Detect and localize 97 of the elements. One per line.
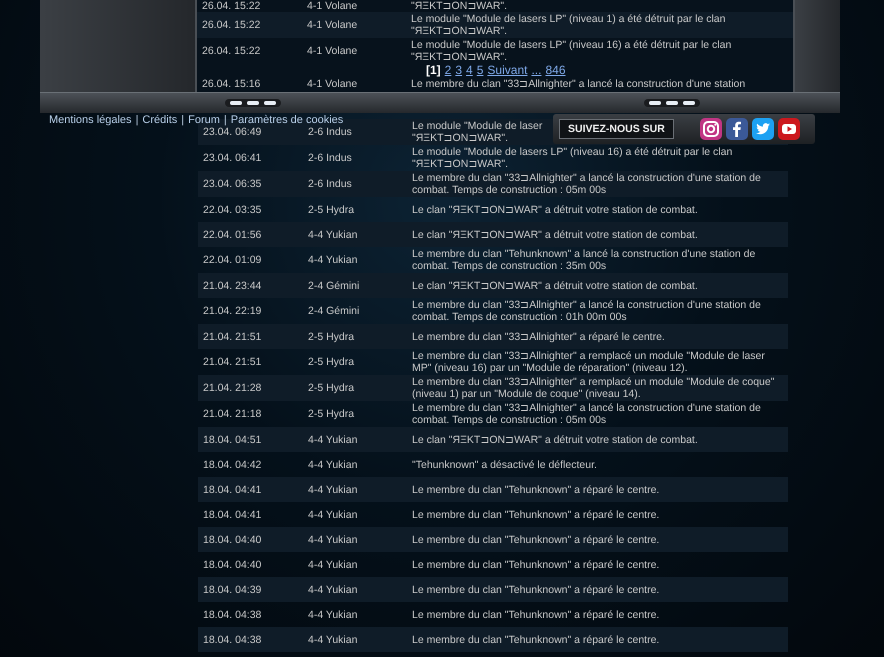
date-text: 22.04. 01:09 (202, 254, 262, 266)
message-text: Le membre du clan "33⊐Allnighter" a lancé la construction d'une station de combat. Temps de construction : 05m 00s (412, 172, 762, 196)
message-text: Le module "Module de laser "ЯΞKT⊐ON⊐WAR". (412, 120, 542, 144)
location-text: 2-6 Indus (308, 178, 353, 190)
date-text: 26.04. 15:22 (201, 0, 262, 12)
location-text: 4-1 Volane (307, 78, 358, 90)
location-text: 4-1 Volane (307, 0, 358, 12)
message-text: Le membre du clan "Tehunknown" a réparé le centre. (412, 608, 660, 620)
message-text: Le membre du clan "33⊐Allnighter" a remplacé un module "Module de laser MP" (niveau 16) par un "Module de réparation" (niveau 12). (412, 350, 766, 374)
date-text: 21.04. 21:51 (202, 356, 262, 368)
location-text: 2-4 Gémini (308, 305, 360, 317)
date-text: 23.04. 06:49 (202, 126, 262, 138)
location-text: 4-4 Yukian (308, 458, 358, 470)
footer-link[interactable]: Forum (188, 114, 220, 126)
date-text: 18.04. 04:41 (202, 508, 262, 520)
date-text: 21.04. 21:28 (202, 382, 262, 394)
message-text: Le membre du clan "33⊐Allnighter" a réparé le centre. (412, 330, 665, 342)
lights-icon (225, 99, 281, 107)
page-link[interactable]: ... (531, 64, 542, 77)
location-text: 4-4 Yukian (308, 484, 358, 496)
footer-link[interactable]: Crédits (142, 114, 178, 126)
date-text: 18.04. 04:51 (202, 434, 262, 446)
location-text: 2-5 Hydra (308, 382, 356, 394)
separator-text: | (181, 114, 184, 126)
location-text: 4-4 Yukian (308, 228, 358, 240)
location-text: 2-5 Hydra (308, 408, 356, 420)
location-text: 2-6 Indus (308, 126, 353, 138)
date-text: 26.04. 15:16 (201, 78, 262, 90)
location-text: 4-4 Yukian (308, 584, 358, 596)
location-text: 4-1 Volane (307, 45, 358, 57)
date-text: 26.04. 15:22 (201, 19, 262, 31)
page-link[interactable]: 5 (476, 64, 484, 77)
location-text: 2-5 Hydra (308, 330, 356, 342)
date-text: 18.04. 04:39 (202, 584, 262, 596)
location-text: 4-4 Yukian (308, 254, 358, 266)
page-link[interactable]: 2 (444, 64, 452, 77)
message-text: Le membre du clan "33⊐Allnighter" a lancé la construction d'une station de combat. Temps de construction : 05m 00s (412, 402, 762, 426)
date-text: 18.04. 04:40 (202, 534, 262, 546)
location-text: 4-4 Yukian (308, 534, 358, 546)
date-text: 22.04. 03:35 (202, 204, 262, 216)
page-link[interactable]: [1] (426, 64, 441, 77)
message-text: Le clan "ЯΞKT⊐ON⊐WAR" a détruit votre station de combat. (412, 204, 698, 216)
message-text: "Tehunknown" a désactivé le déflecteur. (412, 458, 597, 470)
message-text: Le membre du clan "Tehunknown" a réparé le centre. (412, 484, 660, 496)
message-text: Le membre du clan "Tehunknown" a réparé le centre. (412, 584, 660, 596)
date-text: 26.04. 15:22 (201, 45, 262, 57)
location-text: 2-4 Gémini (308, 280, 360, 292)
message-text: Le membre du clan "33⊐Allnighter" a lancé la construction d'une station (411, 78, 746, 90)
date-text: 22.04. 01:56 (202, 228, 262, 240)
location-text: 4-4 Yukian (308, 558, 358, 570)
message-text: Le membre du clan "Tehunknown" a lancé la construction d'une station de combat. Temps de construction : 35m 00s (412, 248, 756, 272)
date-text: 18.04. 04:42 (202, 458, 262, 470)
date-text: 18.04. 04:41 (202, 484, 262, 496)
date-text: 21.04. 23:44 (202, 280, 262, 292)
separator-text: | (224, 114, 227, 126)
location-text: 4-1 Volane (307, 19, 358, 31)
footer-link[interactable]: Mentions légales (49, 114, 132, 126)
page-link[interactable]: 3 (455, 64, 462, 77)
date-text: 18.04. 04:38 (202, 634, 262, 646)
location-text: 2-5 Hydra (308, 204, 356, 216)
page-link[interactable]: 846 (545, 64, 566, 77)
location-text: 4-4 Yukian (308, 434, 358, 446)
date-text: 18.04. 04:38 (202, 608, 262, 620)
location-text: 2-6 Indus (308, 152, 353, 164)
location-text: 4-4 Yukian (308, 634, 358, 646)
message-text: Le membre du clan "Tehunknown" a réparé le centre. (412, 558, 660, 570)
lights-icon (644, 99, 700, 107)
location-text: 2-5 Hydra (308, 356, 356, 368)
date-text: 21.04. 21:18 (202, 408, 262, 420)
message-text: Le membre du clan "Tehunknown" a réparé le centre. (412, 508, 660, 520)
location-text: 4-4 Yukian (308, 508, 358, 520)
video-play-icon[interactable] (778, 118, 800, 140)
message-text: Le clan "ЯΞKT⊐ON⊐WAR" a détruit votre station de combat. (412, 280, 698, 292)
instagram-icon[interactable] (700, 118, 722, 140)
message-text: Le module "Module de lasers LP" (niveau 1) a été détruit par le clan "ЯΞKT⊐ON⊐WAR". (411, 13, 726, 37)
message-text: Le membre du clan "33⊐Allnighter" a remplacé un module "Module de coque" (niveau 1) par un "Module de coque" (niveau 14). (412, 376, 776, 400)
message-text: Le module "Module de lasers LP" (niveau 16) a été détruit par le clan "ЯΞKT⊐ON⊐WAR". (411, 39, 732, 63)
follow-button[interactable]: SUIVEZ-NOUS SUR (559, 119, 674, 139)
location-text: 4-4 Yukian (308, 608, 358, 620)
date-text: 21.04. 21:51 (202, 330, 262, 342)
page-link[interactable]: Suivant (487, 64, 528, 77)
message-text: Le module "Module de lasers LP" (niveau 16) a été détruit par le clan "ЯΞKT⊐ON⊐WAR". (412, 146, 734, 170)
date-text: 21.04. 22:19 (202, 305, 262, 317)
date-text: 23.04. 06:41 (202, 152, 262, 164)
message-text: Le membre du clan "33⊐Allnighter" a lancé la construction d'une station de combat. Temps de construction : 01h 00m 00s (412, 299, 762, 323)
separator-text: | (136, 114, 138, 126)
bird-icon[interactable] (752, 118, 774, 140)
footer-link[interactable]: Paramètres de cookies (230, 114, 344, 126)
message-text: Le membre du clan "Tehunknown" a réparé le centre. (412, 534, 660, 546)
message-text: Le clan "ЯΞKT⊐ON⊐WAR" a détruit votre station de combat. (412, 228, 698, 240)
date-text: 23.04. 06:35 (202, 178, 262, 190)
message-text: Le clan "ЯΞKT⊐ON⊐WAR" a détruit votre station de combat. (412, 434, 698, 446)
date-text: 18.04. 04:40 (202, 558, 262, 570)
message-text: "ЯΞKT⊐ON⊐WAR". (411, 0, 508, 12)
message-text: Le membre du clan "Tehunknown" a réparé le centre. (412, 634, 660, 646)
page-link[interactable]: 4 (466, 64, 473, 77)
facebook-icon[interactable] (726, 118, 748, 140)
